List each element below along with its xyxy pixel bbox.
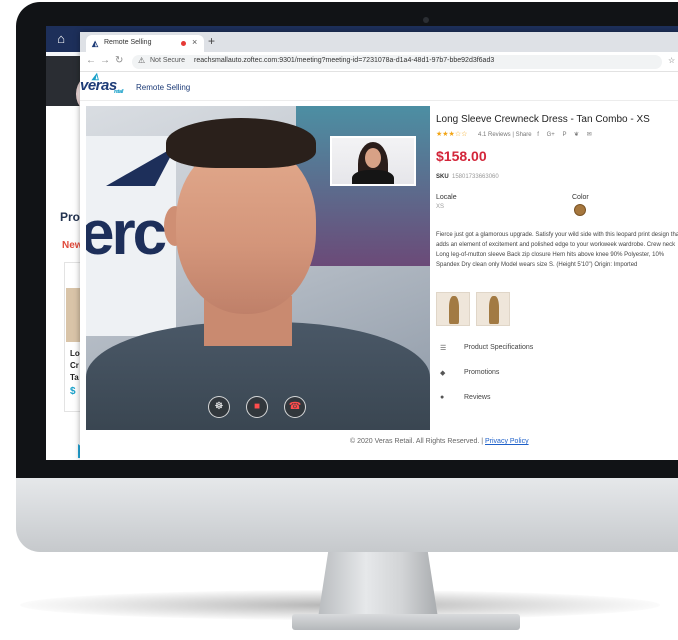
list-icon: ☰ (440, 345, 447, 352)
caller-face (176, 144, 316, 314)
card-text-line: Ta (70, 373, 79, 382)
accordion-label: Reviews (464, 394, 491, 401)
tab-title: Remote Selling (104, 39, 152, 46)
forward-arrow-icon[interactable]: → (100, 55, 110, 66)
background-wall (296, 106, 430, 266)
security-label: Not Secure (150, 57, 186, 64)
app-header: ◭ veras retail Remote Selling (80, 71, 678, 101)
tab-bar: ◭ Remote Selling × + (80, 32, 678, 52)
pinterest-icon[interactable]: P (562, 132, 566, 138)
tab-remote-selling[interactable]: ◭ Remote Selling × (86, 35, 204, 52)
banner-letters: erc (86, 199, 167, 268)
url-text[interactable]: reachsmallauto.zoftec.com:9301/meeting?m… (194, 57, 494, 64)
close-tab-icon[interactable]: × (192, 37, 197, 47)
product-panel: Long Sleeve Crewneck Dress - Tan Combo -… (436, 106, 678, 430)
product-thumbnail[interactable] (436, 292, 470, 326)
warning-icon: ⚠ (138, 56, 146, 65)
thumbnail-figure (489, 296, 499, 324)
video-controls: ☸ ■ ☎ (208, 396, 308, 420)
video-call-feed: erc ☸ ■ ☎ (86, 106, 430, 430)
background-card-price: $ (70, 386, 76, 397)
monitor-screen: ⌂ Pro New Lo Cr Ta $ ◭ Remote Selling × … (46, 26, 678, 460)
browser-window: ◭ Remote Selling × + ← → ↻ ⚠ Not Secure … (80, 32, 678, 460)
self-view-video[interactable] (330, 136, 416, 186)
product-title: Long Sleeve Crewneck Dress - Tan Combo -… (436, 114, 650, 125)
monitor-stand-base (292, 614, 520, 630)
back-arrow-icon[interactable]: ← (86, 55, 96, 66)
tag-icon: ◆ (440, 370, 446, 377)
navigation-bar: ← → ↻ ⚠ Not Secure reachsmallauto.zoftec… (80, 52, 678, 72)
favicon-icon: ◭ (92, 39, 99, 48)
address-bar[interactable]: ⚠ Not Secure reachsmallauto.zoftec.com:9… (132, 55, 662, 69)
self-view-body (352, 170, 394, 184)
thumbnail-figure (449, 296, 459, 324)
home-icon[interactable]: ⌂ (52, 30, 70, 48)
scene: ⌂ Pro New Lo Cr Ta $ ◭ Remote Selling × … (0, 0, 678, 640)
self-view-frame (332, 138, 414, 184)
google-plus-icon[interactable]: G+ (547, 132, 555, 138)
self-view-face (365, 148, 381, 168)
webcam-dot (423, 17, 429, 23)
product-description: Fierce just got a glamorous upgrade. Sat… (436, 232, 678, 268)
card-text-line: Cr (70, 361, 79, 370)
camera-off-button[interactable]: ■ (246, 396, 268, 418)
product-thumbnail[interactable] (476, 292, 510, 326)
facebook-icon[interactable]: f (537, 132, 539, 138)
privacy-policy-link[interactable]: Privacy Policy (485, 438, 529, 445)
locale-label: Locale (436, 194, 457, 201)
monitor-chin (16, 470, 678, 552)
background-section-label: Pro (60, 210, 81, 224)
accordion-label: Promotions (464, 369, 500, 376)
color-label: Color (572, 194, 589, 201)
reload-icon[interactable]: ↻ (115, 55, 123, 66)
color-swatch[interactable] (574, 204, 586, 216)
product-price: $158.00 (436, 148, 487, 164)
sku-label: SKU (436, 174, 449, 180)
chat-icon: ● (440, 394, 445, 401)
app-title: Remote Selling (136, 83, 191, 92)
logo-mark-icon: ◭ (92, 71, 99, 81)
card-text-line: Lo (70, 349, 80, 358)
background-card-text: Lo Cr Ta (70, 348, 80, 384)
caller-hair (166, 118, 316, 168)
new-tab-button[interactable]: + (208, 34, 215, 48)
accordion-label: Product Specifications (464, 344, 534, 351)
logo-subtext: retail (114, 89, 123, 95)
locale-value[interactable]: XS (436, 204, 444, 210)
background-app-block (46, 56, 80, 106)
rating-stars-icon: ★★★☆☆ (436, 131, 468, 138)
sku-value: 15801733663060 (452, 174, 499, 180)
star-icon[interactable]: ☆ (668, 56, 675, 65)
end-call-button[interactable]: ☎ (284, 396, 306, 418)
twitter-icon[interactable]: ❦ (574, 132, 579, 138)
email-icon[interactable]: ✉ (587, 132, 592, 138)
veras-logo[interactable]: ◭ veras retail (80, 71, 123, 95)
reviews-share-bar: 4.1 Reviews | Share f G+ P ❦ ✉ (478, 131, 592, 138)
copyright-text: © 2020 Veras Retail. All Rights Reserved… (350, 438, 484, 445)
microphone-button[interactable]: ☸ (208, 396, 230, 418)
reviews-text[interactable]: 4.1 Reviews | Share (478, 132, 532, 138)
recording-icon (181, 41, 186, 46)
page-footer: © 2020 Veras Retail. All Rights Reserved… (350, 438, 529, 445)
